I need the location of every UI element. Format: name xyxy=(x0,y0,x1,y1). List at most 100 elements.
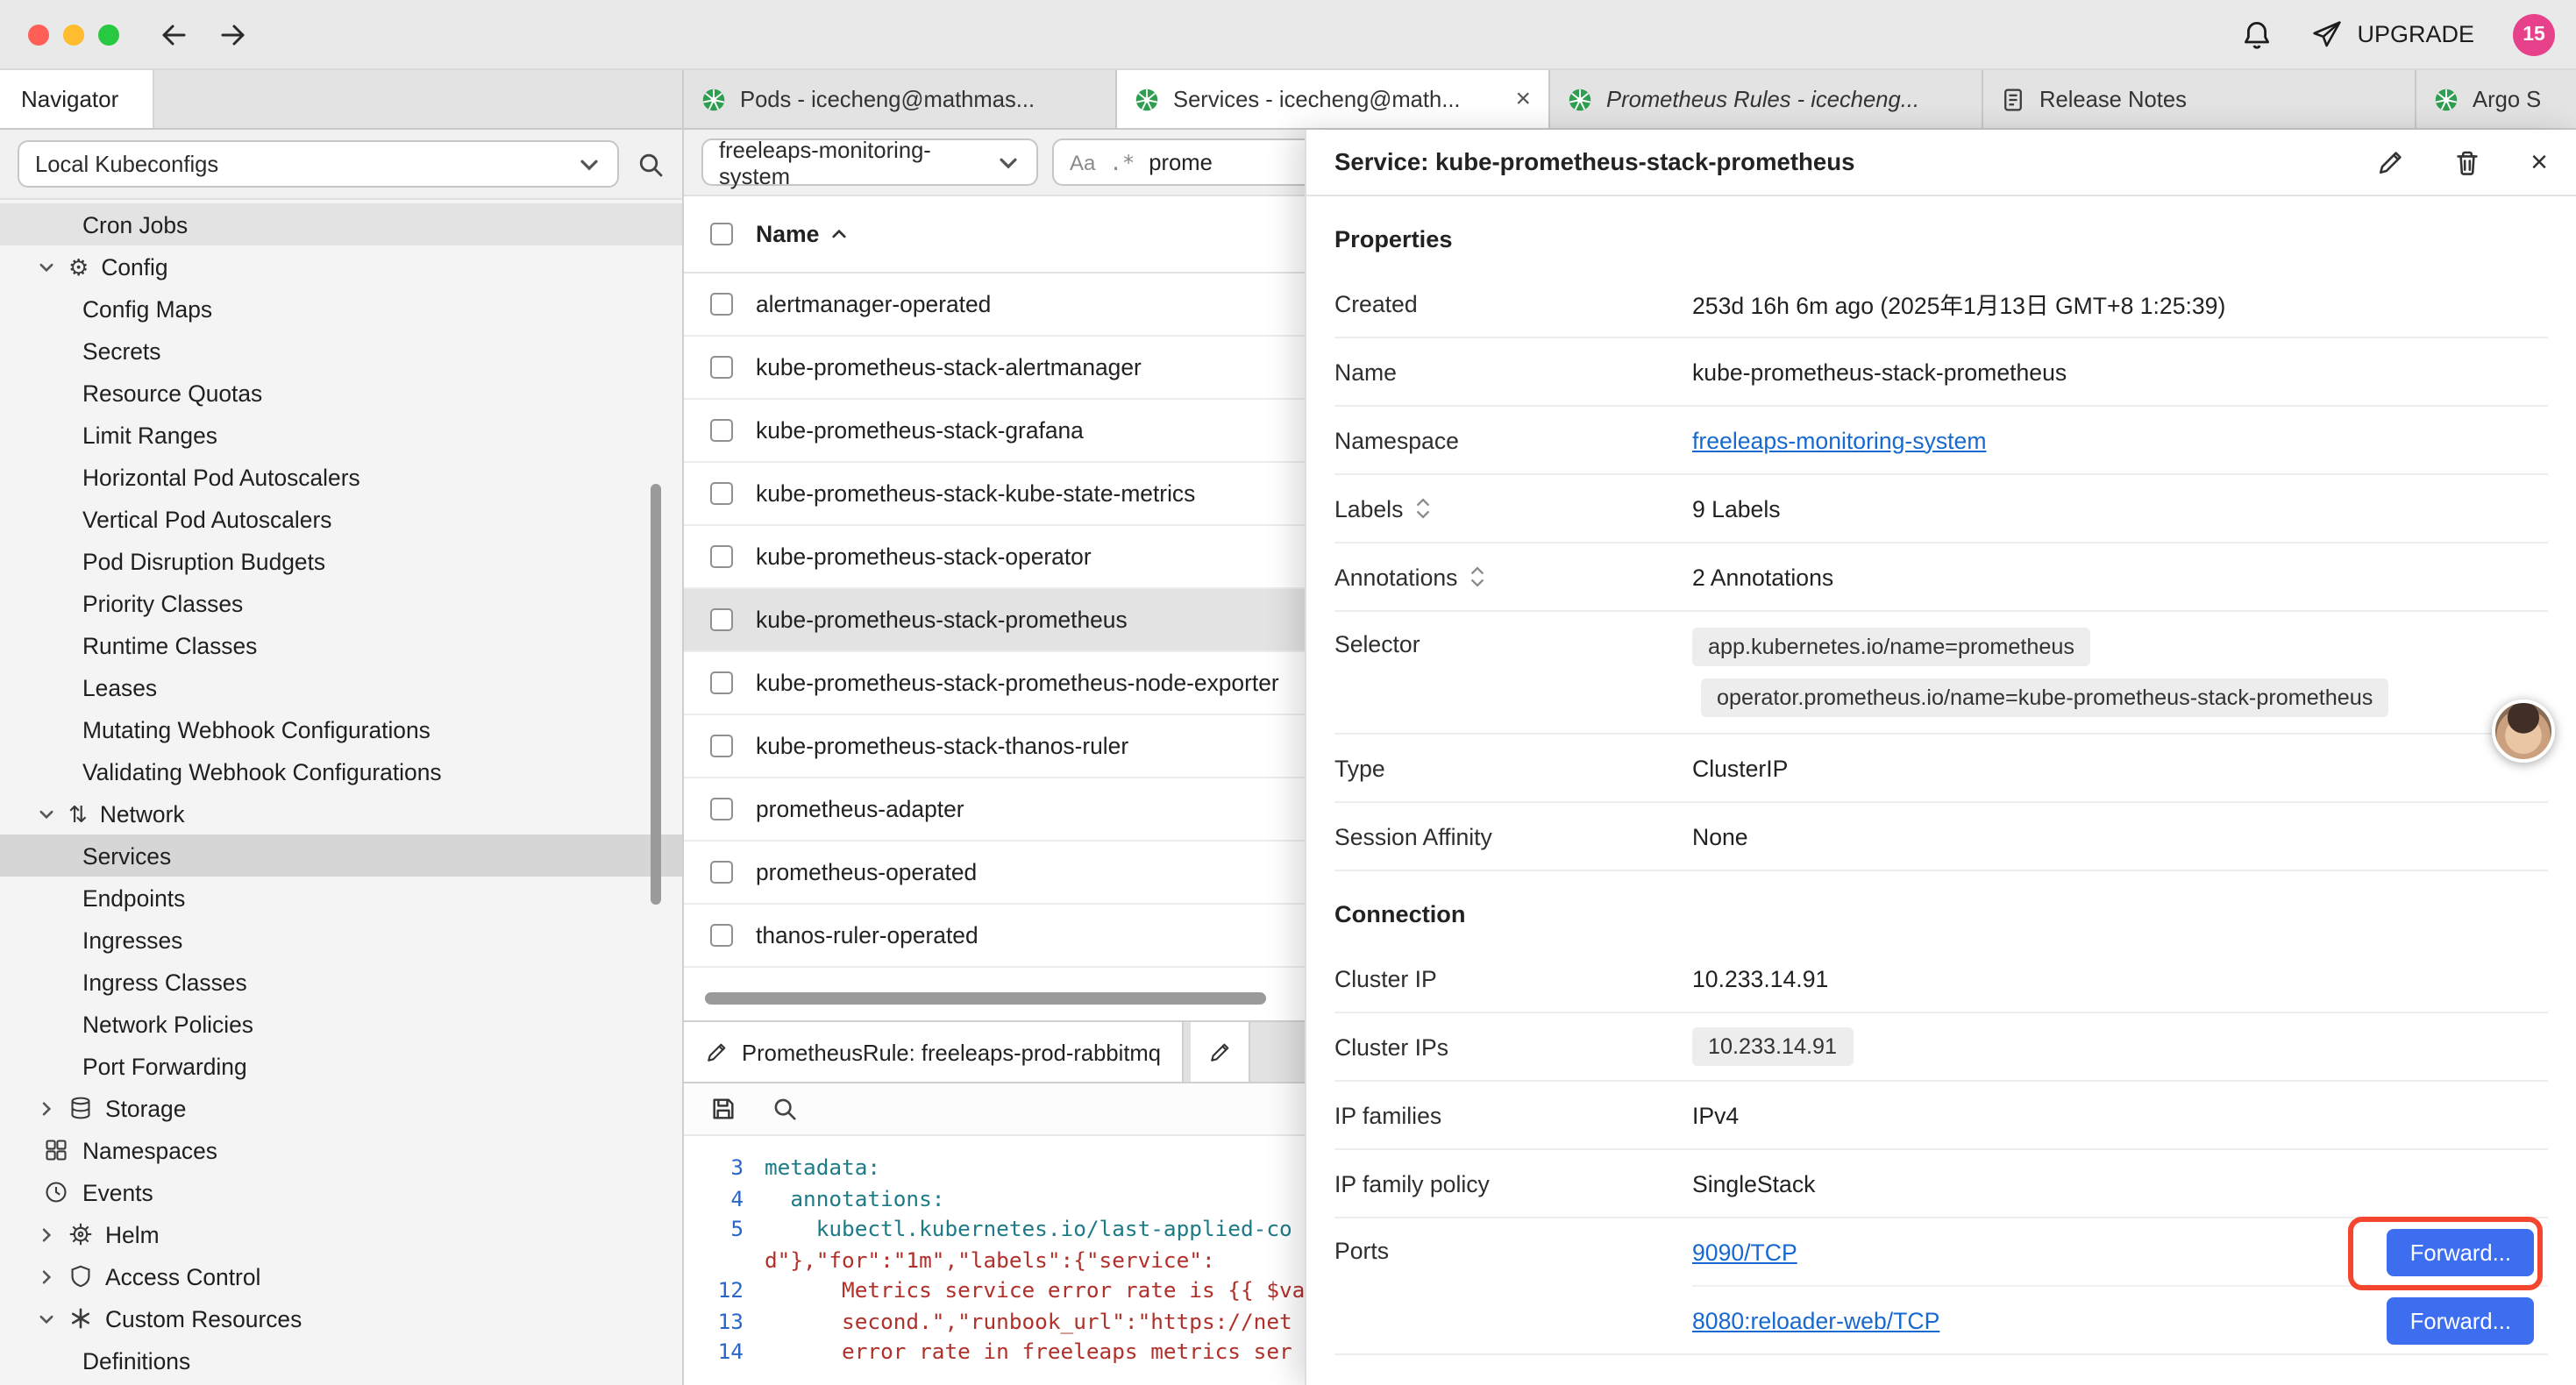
notification-count-badge[interactable]: 15 xyxy=(2513,13,2555,55)
kubeconfig-bar: Local Kubeconfigs xyxy=(0,130,682,200)
notifications-bell-icon[interactable] xyxy=(2241,18,2273,50)
namespace-filter[interactable]: freeleaps-monitoring-system xyxy=(701,138,1038,186)
field-value: IPv4 xyxy=(1692,1102,2548,1128)
sidebar-item-network-policies[interactable]: Network Policies xyxy=(0,1003,682,1045)
row-checkbox[interactable] xyxy=(710,608,733,631)
editor-tab-prometheusrule[interactable]: PrometheusRule: freeleaps-prod-rabbitmq xyxy=(684,1022,1184,1082)
delete-icon[interactable] xyxy=(2453,148,2481,176)
sidebar-item-label: Validating Webhook Configurations xyxy=(82,758,442,785)
row-checkbox[interactable] xyxy=(710,356,733,379)
namespace-link[interactable]: freeleaps-monitoring-system xyxy=(1692,427,1987,453)
tab-release-notes[interactable]: Release Notes xyxy=(1983,70,2416,128)
sidebar-scrollbar[interactable] xyxy=(651,484,661,905)
row-checkbox[interactable] xyxy=(710,798,733,820)
sidebar-item-services[interactable]: Services xyxy=(0,835,682,877)
field-label-text: Type xyxy=(1334,755,1385,781)
sidebar-item-config[interactable]: ⚙Config xyxy=(0,245,682,288)
port-link[interactable]: 9090/TCP xyxy=(1692,1239,1797,1265)
tab-argo-s[interactable]: Argo S xyxy=(2416,70,2576,128)
table-row[interactable]: prometheus-adapter xyxy=(684,778,1305,842)
sidebar-item-limit-ranges[interactable]: Limit Ranges xyxy=(0,414,682,456)
row-checkbox[interactable] xyxy=(710,545,733,568)
close-icon[interactable]: × xyxy=(1515,86,1531,112)
sidebar-item-endpoints[interactable]: Endpoints xyxy=(0,877,682,919)
sidebar-item-pod-disruption-budgets[interactable]: Pod Disruption Budgets xyxy=(0,540,682,582)
resource-tree: Cron Jobs⚙ConfigConfig MapsSecretsResour… xyxy=(0,200,682,1381)
sidebar-item-mutating-webhook-configurations[interactable]: Mutating Webhook Configurations xyxy=(0,708,682,750)
tab-services-icecheng-math[interactable]: Services - icecheng@math...× xyxy=(1117,70,1550,128)
back-icon[interactable] xyxy=(158,18,189,50)
tab-prometheus-rules-icecheng[interactable]: Prometheus Rules - icecheng... xyxy=(1550,70,1983,128)
sidebar-item-resource-quotas[interactable]: Resource Quotas xyxy=(0,372,682,414)
filter-bar: freeleaps-monitoring-system Aa .* prome xyxy=(684,130,1305,196)
tab-strip: Pods - icecheng@mathmas...Services - ice… xyxy=(684,70,2576,128)
sidebar-item-ingress-classes[interactable]: Ingress Classes xyxy=(0,961,682,1003)
upgrade-button[interactable]: UPGRADE xyxy=(2311,18,2474,50)
table-row[interactable]: kube-prometheus-stack-kube-state-metrics xyxy=(684,463,1305,526)
search-input[interactable]: Aa .* prome xyxy=(1052,138,1305,186)
sort-icon[interactable] xyxy=(1415,496,1431,521)
kubeconfig-selector[interactable]: Local Kubeconfigs xyxy=(18,140,619,188)
sidebar-item-access-control[interactable]: Access Control xyxy=(0,1255,682,1297)
search-icon[interactable] xyxy=(637,150,665,178)
user-avatar[interactable] xyxy=(2492,700,2555,763)
save-icon[interactable] xyxy=(710,1096,737,1122)
close-window-button[interactable] xyxy=(28,24,49,45)
table-row[interactable]: alertmanager-operated xyxy=(684,273,1305,337)
sidebar-item-namespaces[interactable]: Namespaces xyxy=(0,1129,682,1171)
table-row[interactable]: thanos-ruler-operated xyxy=(684,905,1305,968)
navigator-tab[interactable]: Navigator xyxy=(0,70,154,128)
sort-icon[interactable] xyxy=(1469,565,1485,589)
table-row[interactable]: kube-prometheus-stack-thanos-ruler xyxy=(684,715,1305,778)
tab-pods-icecheng-mathmas[interactable]: Pods - icecheng@mathmas... xyxy=(684,70,1117,128)
row-checkbox[interactable] xyxy=(710,861,733,884)
forward-button[interactable]: Forward... xyxy=(2387,1228,2534,1275)
minimize-window-button[interactable] xyxy=(63,24,84,45)
yaml-editor[interactable]: 3metadata:4 annotations:5 kubectl.kubern… xyxy=(684,1136,1305,1368)
forward-button[interactable]: Forward... xyxy=(2387,1296,2534,1344)
sidebar-item-vertical-pod-autoscalers[interactable]: Vertical Pod Autoscalers xyxy=(0,498,682,540)
sidebar-item-helm[interactable]: Helm xyxy=(0,1213,682,1255)
table-row[interactable]: kube-prometheus-stack-prometheus xyxy=(684,589,1305,652)
sidebar-item-leases[interactable]: Leases xyxy=(0,666,682,708)
row-checkbox[interactable] xyxy=(710,482,733,505)
sidebar-item-events[interactable]: Events xyxy=(0,1171,682,1213)
row-checkbox[interactable] xyxy=(710,671,733,694)
editor-search-icon[interactable] xyxy=(772,1096,798,1122)
row-checkbox[interactable] xyxy=(710,924,733,947)
sidebar-item-runtime-classes[interactable]: Runtime Classes xyxy=(0,624,682,666)
sidebar-item-cron-jobs[interactable]: Cron Jobs xyxy=(0,203,682,245)
sidebar-item-config-maps[interactable]: Config Maps xyxy=(0,288,682,330)
table-row[interactable]: kube-prometheus-stack-alertmanager xyxy=(684,337,1305,400)
sidebar-item-port-forwarding[interactable]: Port Forwarding xyxy=(0,1045,682,1087)
select-all-checkbox[interactable] xyxy=(710,223,733,245)
table-row[interactable]: prometheus-operated xyxy=(684,842,1305,905)
table-row[interactable]: kube-prometheus-stack-prometheus-node-ex… xyxy=(684,652,1305,715)
row-checkbox[interactable] xyxy=(710,735,733,757)
close-icon[interactable]: × xyxy=(2530,147,2548,177)
sidebar-item-priority-classes[interactable]: Priority Classes xyxy=(0,582,682,624)
editor-tab-partial[interactable] xyxy=(1191,1022,1250,1082)
sidebar-item-network[interactable]: ⇅Network xyxy=(0,792,682,835)
row-checkbox[interactable] xyxy=(710,419,733,442)
zoom-window-button[interactable] xyxy=(98,24,119,45)
row-checkbox[interactable] xyxy=(710,293,733,316)
sidebar-item-definitions[interactable]: Definitions xyxy=(0,1339,682,1381)
edit-icon[interactable] xyxy=(2376,148,2404,176)
match-case-toggle[interactable]: Aa xyxy=(1070,150,1095,174)
table-row[interactable]: kube-prometheus-stack-grafana xyxy=(684,400,1305,463)
sidebar-item-horizontal-pod-autoscalers[interactable]: Horizontal Pod Autoscalers xyxy=(0,456,682,498)
service-detail-drawer: Service: kube-prometheus-stack-prometheu… xyxy=(1305,130,2576,1385)
port-link[interactable]: 8080:reloader-web/TCP xyxy=(1692,1307,1939,1333)
sidebar-item-storage[interactable]: Storage xyxy=(0,1087,682,1129)
sidebar-item-validating-webhook-configurations[interactable]: Validating Webhook Configurations xyxy=(0,750,682,792)
sidebar-item-secrets[interactable]: Secrets xyxy=(0,330,682,372)
kubernetes-icon xyxy=(701,87,726,111)
table-row[interactable]: kube-prometheus-stack-operator xyxy=(684,526,1305,589)
sidebar-item-ingresses[interactable]: Ingresses xyxy=(0,919,682,961)
name-column-header[interactable]: Name xyxy=(756,221,849,247)
horizontal-scrollbar-thumb[interactable] xyxy=(705,992,1266,1005)
forward-icon[interactable] xyxy=(217,18,249,50)
sidebar-item-custom-resources[interactable]: Custom Resources xyxy=(0,1297,682,1339)
regex-toggle[interactable]: .* xyxy=(1109,150,1135,174)
